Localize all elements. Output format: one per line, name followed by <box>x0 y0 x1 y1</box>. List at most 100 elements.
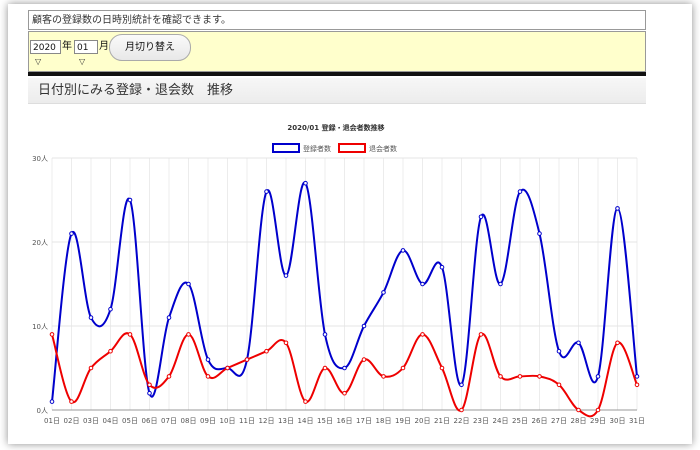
y-tick-label: 10人 <box>32 323 48 331</box>
data-point[interactable] <box>576 340 581 346</box>
data-point[interactable] <box>537 231 542 236</box>
data-point[interactable] <box>147 382 152 388</box>
data-point[interactable] <box>205 374 211 379</box>
x-tick-label: 09日 <box>200 417 216 425</box>
x-tick-label: 11日 <box>239 417 255 425</box>
data-point[interactable] <box>361 323 367 329</box>
y-tick-label: 0人 <box>37 407 48 415</box>
x-tick-label: 13日 <box>278 417 294 425</box>
data-point[interactable] <box>69 399 74 404</box>
data-point[interactable] <box>556 348 562 354</box>
x-tick-label: 22日 <box>454 417 470 425</box>
data-point[interactable] <box>108 348 113 354</box>
data-point[interactable] <box>556 382 562 388</box>
x-tick-label: 05日 <box>122 417 138 425</box>
data-point[interactable] <box>634 374 640 379</box>
x-tick-label: 07日 <box>161 417 177 425</box>
x-tick-label: 12日 <box>259 417 275 425</box>
x-tick-label: 02日 <box>64 417 80 425</box>
data-point[interactable] <box>420 332 425 337</box>
x-tick-label: 19日 <box>395 417 411 425</box>
data-point[interactable] <box>205 357 211 362</box>
legend-label: 退会者数 <box>369 144 397 153</box>
data-point[interactable] <box>400 365 406 371</box>
data-point[interactable] <box>322 365 328 371</box>
x-tick-label: 10日 <box>220 417 236 425</box>
data-point[interactable] <box>166 315 172 320</box>
x-tick-label: 26日 <box>532 417 548 425</box>
x-tick-label: 24日 <box>493 417 509 425</box>
x-tick-label: 17日 <box>356 417 372 425</box>
y-tick-label: 30人 <box>32 155 48 163</box>
x-tick-label: 28日 <box>571 417 587 425</box>
data-point[interactable] <box>127 332 133 337</box>
x-tick-label: 21日 <box>434 417 450 425</box>
chart-legend: 登録者数 退会者数 <box>272 143 397 153</box>
chart-axes: 0人 10人 20人 30人 01日 02日 03日 04日 05日 06日 07日 08日 09日 10… <box>32 155 645 425</box>
data-point[interactable] <box>322 332 328 337</box>
data-point[interactable] <box>439 365 445 371</box>
data-point[interactable] <box>283 273 289 278</box>
data-point[interactable] <box>615 340 620 346</box>
data-point[interactable] <box>361 357 367 362</box>
data-point[interactable] <box>459 382 464 388</box>
legend-swatch[interactable] <box>338 143 366 153</box>
x-tick-label: 04日 <box>103 417 119 425</box>
x-tick-label: 16日 <box>337 417 353 425</box>
data-point[interactable] <box>264 189 269 194</box>
data-point[interactable] <box>537 374 542 379</box>
x-tick-label: 15日 <box>317 417 333 425</box>
data-point[interactable] <box>595 374 601 379</box>
data-point[interactable] <box>147 390 152 396</box>
legend-swatch[interactable] <box>272 143 300 153</box>
data-point[interactable] <box>381 374 386 379</box>
data-point[interactable] <box>439 264 445 270</box>
data-point[interactable] <box>478 332 484 337</box>
y-tick-label: 20人 <box>32 239 48 247</box>
data-point[interactable] <box>303 180 308 186</box>
x-tick-label: 30日 <box>610 417 626 425</box>
x-tick-label: 18日 <box>376 417 392 425</box>
data-point[interactable] <box>166 374 172 379</box>
data-point[interactable] <box>498 281 503 287</box>
data-point[interactable] <box>342 390 347 396</box>
data-point[interactable] <box>400 248 406 253</box>
data-point[interactable] <box>459 407 464 413</box>
x-tick-label: 29日 <box>590 417 606 425</box>
x-tick-label: 03日 <box>83 417 99 425</box>
data-point[interactable] <box>69 231 74 236</box>
data-point[interactable] <box>244 357 250 362</box>
data-point[interactable] <box>303 399 308 404</box>
data-point[interactable] <box>576 407 581 413</box>
x-tick-label: 25日 <box>512 417 528 425</box>
data-point[interactable] <box>517 189 523 194</box>
x-tick-label: 27日 <box>551 417 567 425</box>
x-tick-label: 23日 <box>473 417 489 425</box>
data-point[interactable] <box>517 374 523 379</box>
data-point[interactable] <box>420 281 425 287</box>
x-tick-label: 14日 <box>298 417 314 425</box>
x-tick-label: 31日 <box>629 417 645 425</box>
data-point[interactable] <box>186 281 191 287</box>
data-point[interactable] <box>127 197 133 203</box>
data-point[interactable] <box>478 214 484 220</box>
data-point[interactable] <box>49 399 55 404</box>
data-point[interactable] <box>225 365 230 371</box>
data-point[interactable] <box>88 365 94 371</box>
data-point[interactable] <box>498 374 503 379</box>
data-point[interactable] <box>283 340 289 346</box>
data-point[interactable] <box>342 365 347 371</box>
data-point[interactable] <box>634 382 640 388</box>
data-point[interactable] <box>186 332 191 337</box>
data-point[interactable] <box>108 306 113 312</box>
data-point[interactable] <box>49 332 55 337</box>
data-point[interactable] <box>264 348 269 354</box>
x-tick-label: 20日 <box>415 417 431 425</box>
data-point[interactable] <box>381 290 386 295</box>
legend-label: 登録者数 <box>303 144 331 153</box>
data-point[interactable] <box>595 407 601 413</box>
x-tick-label: 08日 <box>181 417 197 425</box>
data-point[interactable] <box>88 315 94 320</box>
line-chart: 2020/01 登録・退会者数推移 登録者数 退会者数 0人 10人 20人 30人 01… <box>32 123 645 425</box>
data-point[interactable] <box>615 206 620 211</box>
